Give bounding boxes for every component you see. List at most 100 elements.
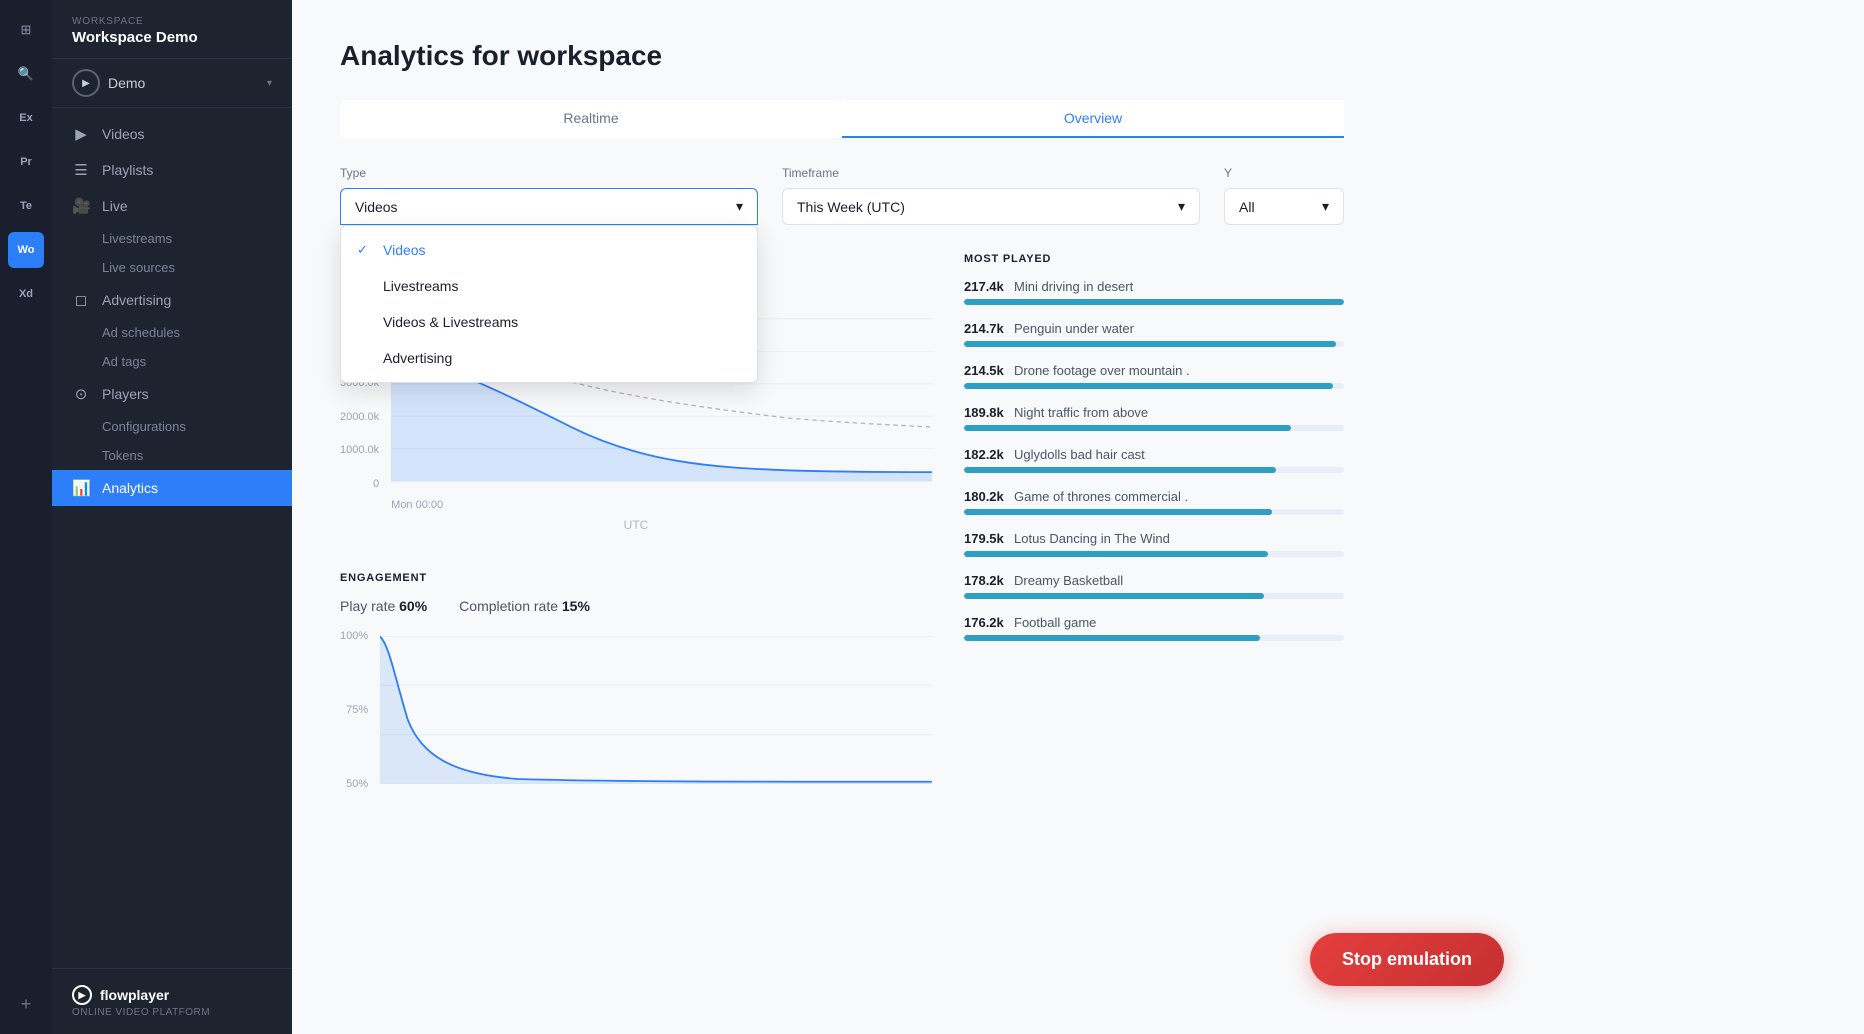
- icon-ex[interactable]: Ex: [8, 100, 44, 136]
- sidebar-item-tokens[interactable]: Tokens: [52, 441, 292, 470]
- most-played-bar: [964, 341, 1336, 347]
- y-label-2000: 2000.0k: [340, 411, 379, 423]
- filters-row: Type Videos ▾ ✓ Videos ✓ Livestreams: [340, 166, 1344, 225]
- sidebar-item-live[interactable]: 🎥 Live: [52, 188, 292, 224]
- dropdown-item-videos-livestreams[interactable]: ✓ Videos & Livestreams: [341, 304, 757, 340]
- empty-check-icon2: ✓: [357, 314, 373, 330]
- timeframe-chevron-icon: ▾: [1178, 198, 1185, 215]
- most-played-item: 214.7k Penguin under water: [964, 321, 1344, 347]
- tab-overview[interactable]: Overview: [842, 100, 1344, 138]
- sidebar: WORKSPACE Workspace Demo ▶ Demo ▾ ▶ Vide…: [52, 0, 292, 1034]
- most-played-title: MOST PLAYED: [964, 253, 1344, 265]
- stop-emulation-button[interactable]: Stop emulation: [1310, 933, 1504, 986]
- most-played-item: 189.8k Night traffic from above: [964, 405, 1344, 431]
- sidebar-item-configurations[interactable]: Configurations: [52, 412, 292, 441]
- sidebar-item-videos[interactable]: ▶ Videos: [52, 116, 292, 152]
- most-played-name: Night traffic from above: [1014, 405, 1148, 420]
- most-played-bar-bg: [964, 467, 1344, 473]
- timeframe-filter-group: Timeframe This Week (UTC) ▾: [782, 166, 1200, 225]
- most-played-bar: [964, 467, 1276, 473]
- most-played-item: 214.5k Drone footage over mountain .: [964, 363, 1344, 389]
- play-icon: ▶: [72, 125, 90, 143]
- most-played-item: 178.2k Dreamy Basketball: [964, 573, 1344, 599]
- most-played-name: Lotus Dancing in The Wind: [1014, 531, 1170, 546]
- icon-strip: ⊞ 🔍 Ex Pr Te Wo Xd +: [0, 0, 52, 1034]
- most-played-bar: [964, 593, 1264, 599]
- most-played-item: 179.5k Lotus Dancing in The Wind: [964, 531, 1344, 557]
- all-filter-value: All: [1239, 199, 1255, 215]
- most-played-bar-bg: [964, 509, 1344, 515]
- most-played-item: 182.2k Uglydolls bad hair cast: [964, 447, 1344, 473]
- dropdown-item-livestreams[interactable]: ✓ Livestreams: [341, 268, 757, 304]
- type-filter-label: Type: [340, 166, 758, 180]
- timeframe-filter-label: Timeframe: [782, 166, 1200, 180]
- most-played-count: 179.5k: [964, 531, 1006, 546]
- demo-label: Demo: [108, 75, 145, 91]
- demo-selector[interactable]: ▶ Demo ▾: [52, 59, 292, 108]
- sidebar-item-ad-tags[interactable]: Ad tags: [52, 347, 292, 376]
- add-workspace-button[interactable]: +: [8, 986, 44, 1022]
- nav-section: ▶ Videos ☰ Playlists 🎥 Live Livestreams …: [52, 108, 292, 514]
- eng-y-50: 50%: [340, 778, 368, 790]
- advertising-icon: ◻: [72, 291, 90, 309]
- all-filter-label: y: [1224, 166, 1344, 180]
- playlist-icon: ☰: [72, 161, 90, 179]
- type-filter-value: Videos: [355, 199, 398, 215]
- most-played-count: 178.2k: [964, 573, 1006, 588]
- most-played-bar-bg: [964, 551, 1344, 557]
- most-played-name: Penguin under water: [1014, 321, 1134, 336]
- engagement-title: ENGAGEMENT: [340, 572, 932, 584]
- most-played-bar: [964, 383, 1333, 389]
- sidebar-item-videos-label: Videos: [102, 126, 145, 142]
- play-circle-icon: ▶: [72, 69, 100, 97]
- most-played-bar-bg: [964, 593, 1344, 599]
- all-filter-select[interactable]: All ▾: [1224, 188, 1344, 225]
- tabs: Realtime Overview: [340, 100, 1344, 138]
- eng-y-100: 100%: [340, 630, 368, 642]
- sidebar-item-playlists[interactable]: ☰ Playlists: [52, 152, 292, 188]
- all-filter-chevron-icon: ▾: [1322, 198, 1329, 215]
- sidebar-item-advertising[interactable]: ◻ Advertising: [52, 282, 292, 318]
- type-filter-chevron: ▾: [736, 198, 743, 215]
- most-played-bar: [964, 635, 1260, 641]
- most-played-name: Game of thrones commercial .: [1014, 489, 1188, 504]
- icon-te[interactable]: Te: [8, 188, 44, 224]
- tab-realtime[interactable]: Realtime: [340, 100, 842, 138]
- all-filter-group: y All ▾: [1224, 166, 1344, 225]
- icon-search[interactable]: 🔍: [8, 56, 44, 92]
- sidebar-item-live-sources[interactable]: Live sources: [52, 253, 292, 282]
- sidebar-item-players[interactable]: ⊙ Players: [52, 376, 292, 412]
- dropdown-item-advertising[interactable]: ✓ Advertising: [341, 340, 757, 376]
- workspace-label: WORKSPACE: [72, 16, 272, 27]
- sidebar-item-ad-tags-label: Ad tags: [102, 354, 146, 369]
- eng-y-75: 75%: [340, 704, 368, 716]
- analytics-icon: 📊: [72, 479, 90, 497]
- most-played-bar-bg: [964, 635, 1344, 641]
- check-icon: ✓: [357, 242, 373, 258]
- most-played-count: 180.2k: [964, 489, 1006, 504]
- icon-xd[interactable]: Xd: [8, 276, 44, 312]
- utc-label: UTC: [340, 518, 932, 532]
- most-played-count: 176.2k: [964, 615, 1006, 630]
- play-rate-label: Play rate: [340, 598, 395, 614]
- most-played-list: 217.4k Mini driving in desert 214.7k Pen…: [964, 279, 1344, 641]
- dropdown-item-livestreams-label: Livestreams: [383, 278, 458, 294]
- most-played-bar: [964, 509, 1272, 515]
- sidebar-item-configurations-label: Configurations: [102, 419, 186, 434]
- icon-wo[interactable]: Wo: [8, 232, 44, 268]
- sidebar-item-ad-schedules[interactable]: Ad schedules: [52, 318, 292, 347]
- dropdown-item-videos[interactable]: ✓ Videos: [341, 232, 757, 268]
- logo-text: flowplayer: [100, 987, 169, 1003]
- main-content: Analytics for workspace Realtime Overvie…: [292, 0, 1864, 1034]
- icon-pr[interactable]: Pr: [8, 144, 44, 180]
- completion-rate-label: Completion rate: [459, 598, 558, 614]
- type-filter-select[interactable]: Videos ▾: [340, 188, 758, 225]
- most-played-item: 217.4k Mini driving in desert: [964, 279, 1344, 305]
- sidebar-item-livestreams[interactable]: Livestreams: [52, 224, 292, 253]
- sidebar-item-analytics[interactable]: 📊 Analytics: [52, 470, 292, 506]
- dropdown-item-advertising-label: Advertising: [383, 350, 452, 366]
- most-played-count: 189.8k: [964, 405, 1006, 420]
- icon-grid[interactable]: ⊞: [8, 12, 44, 48]
- most-played-name: Football game: [1014, 615, 1096, 630]
- timeframe-filter-select[interactable]: This Week (UTC) ▾: [782, 188, 1200, 225]
